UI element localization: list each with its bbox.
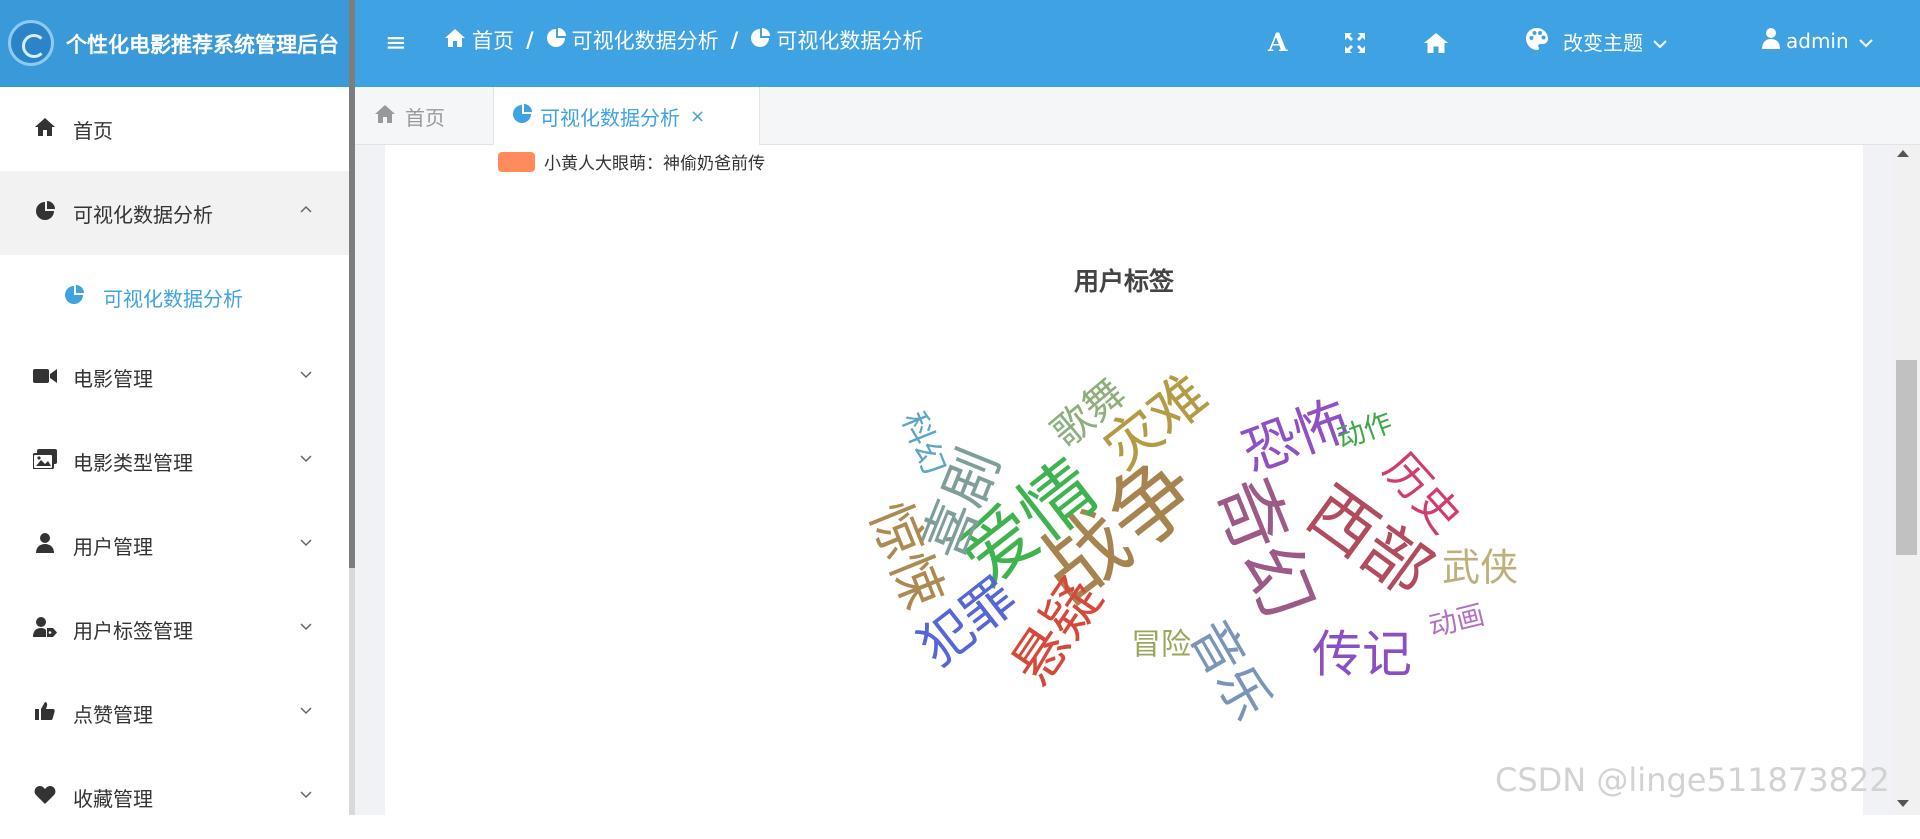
word-cloud-word: 奇幻 (1199, 465, 1331, 630)
sidebar-item-label: 电影类型管理 (73, 450, 193, 475)
sidebar-item-movies[interactable]: 电影管理 (0, 335, 349, 419)
theme-switcher[interactable]: 改变主题 (1525, 27, 1667, 56)
breadcrumb-item-analysis[interactable]: 可视化数据分析 (546, 25, 719, 55)
tab-visual-analysis[interactable]: 可视化数据分析 × (493, 87, 760, 145)
tab-bar: 首页 可视化数据分析 × (355, 87, 1920, 145)
sidebar-item-visual-analysis[interactable]: 可视化数据分析 (0, 171, 349, 255)
chevron-down-icon (300, 623, 312, 631)
watermark: CSDN @linge511873822 (1495, 761, 1890, 799)
chevron-down-icon (300, 539, 312, 547)
home-icon (32, 117, 58, 142)
tab-label: 可视化数据分析 (540, 105, 680, 130)
chart-pie-icon (512, 103, 532, 129)
user-name: admin (1786, 28, 1849, 53)
sidebar-item-label: 收藏管理 (73, 786, 153, 811)
chart-pie-icon (750, 27, 771, 53)
theme-label: 改变主题 (1563, 31, 1643, 55)
word-cloud-word: 科幻 (894, 406, 953, 480)
home-icon (373, 104, 397, 129)
breadcrumb-separator: / (730, 28, 739, 52)
main-content: 小黄人大眼萌：神偷奶爸前传 用户标签 战争 爱情 奇幻 西部 灾难 喜剧 惊悚 恐怖 悬疑 犯罪音… (355, 145, 1920, 815)
thumbs-up-icon (32, 701, 58, 726)
breadcrumb: 首页 / 可视化数据分析 / 可视化数据分析 (444, 25, 923, 55)
breadcrumb-item-current: 可视化数据分析 (750, 25, 923, 55)
chart-panel: 小黄人大眼萌：神偷奶爸前传 用户标签 战争 爱情 奇幻 西部 灾难 喜剧 惊悚 恐怖 悬疑 犯罪音… (385, 145, 1863, 815)
chevron-down-icon (300, 707, 312, 715)
user-menu[interactable]: admin (1762, 27, 1873, 54)
sidebar-item-movie-types[interactable]: 电影类型管理 (0, 419, 349, 503)
palette-icon (1525, 27, 1549, 56)
sidebar-item-favorites[interactable]: 收藏管理 (0, 755, 349, 839)
home-icon[interactable] (1423, 27, 1449, 62)
sidebar: 首页 可视化数据分析 可视化数据分析 电影管理 电影类型管理 用户管理 用户标签… (0, 87, 349, 815)
word-cloud-word: 音乐 (1178, 610, 1282, 730)
breadcrumb-separator: / (526, 28, 534, 52)
sidebar-subitem-visual-analysis[interactable]: 可视化数据分析 (0, 255, 349, 339)
sidebar-item-label: 可视化数据分析 (103, 286, 243, 311)
chart-pie-icon (32, 200, 58, 226)
font-size-icon[interactable]: A (1268, 27, 1287, 59)
sidebar-item-likes[interactable]: 点赞管理 (0, 671, 349, 755)
sidebar-item-label: 电影管理 (73, 366, 153, 391)
chevron-down-icon (300, 455, 312, 463)
breadcrumb-label: 可视化数据分析 (776, 29, 924, 53)
content-scrollbar-thumb[interactable] (1896, 360, 1917, 555)
sidebar-item-label: 首页 (73, 118, 113, 143)
sidebar-item-label: 可视化数据分析 (73, 202, 213, 227)
images-icon (32, 448, 58, 474)
breadcrumb-label: 首页 (472, 29, 514, 53)
breadcrumb-label: 可视化数据分析 (571, 29, 719, 53)
chevron-down-icon (1653, 30, 1667, 54)
menu-toggle-icon[interactable]: ≡ (385, 27, 411, 59)
word-cloud-word: 武侠 (1442, 546, 1518, 590)
sidebar-item-label: 点赞管理 (73, 702, 153, 727)
logo-area: 个性化电影推荐系统管理后台 (0, 0, 349, 87)
sidebar-item-users[interactable]: 用户管理 (0, 503, 349, 587)
close-icon[interactable]: × (690, 106, 705, 127)
word-cloud-word: 冒险 (1131, 628, 1191, 663)
scroll-up-arrow-icon[interactable] (1897, 150, 1909, 157)
tab-home[interactable]: 首页 (355, 87, 493, 145)
chevron-down-icon (300, 371, 312, 379)
word-cloud-word: 传记 (1312, 626, 1412, 684)
sidebar-item-user-tags[interactable]: 用户标签管理 (0, 587, 349, 671)
fullscreen-icon[interactable] (1344, 27, 1366, 62)
user-tag-icon (32, 616, 58, 642)
chevron-down-icon (300, 791, 312, 799)
chart-pie-icon (546, 27, 566, 53)
sidebar-item-label: 用户标签管理 (73, 618, 193, 643)
video-camera-icon (32, 365, 58, 389)
app-title: 个性化电影推荐系统管理后台 (66, 33, 339, 57)
home-icon (444, 28, 466, 53)
top-header: 个性化电影推荐系统管理后台 ≡ 首页 / 可视化数据分析 / 可视化数据分析 A (0, 0, 1920, 87)
word-cloud: 战争爱情 奇幻西部灾难喜剧惊悚恐怖悬疑犯罪 音乐 传记历史歌舞武侠科幻 动作动画冒险 (857, 362, 1518, 730)
scroll-down-arrow-icon[interactable] (1897, 800, 1909, 807)
chart-pie-icon (64, 284, 84, 310)
chevron-down-icon (1858, 29, 1873, 53)
sidebar-item-label: 用户管理 (73, 534, 153, 559)
user-icon (1762, 27, 1780, 54)
tab-label: 首页 (405, 105, 445, 130)
heart-icon (32, 785, 58, 810)
sidebar-item-home[interactable]: 首页 (0, 87, 349, 171)
user-icon (32, 532, 58, 558)
word-cloud-word: 动画 (1425, 598, 1487, 644)
logo-icon (8, 20, 54, 66)
chevron-up-icon (300, 205, 312, 213)
breadcrumb-item-home[interactable]: 首页 (444, 25, 514, 55)
